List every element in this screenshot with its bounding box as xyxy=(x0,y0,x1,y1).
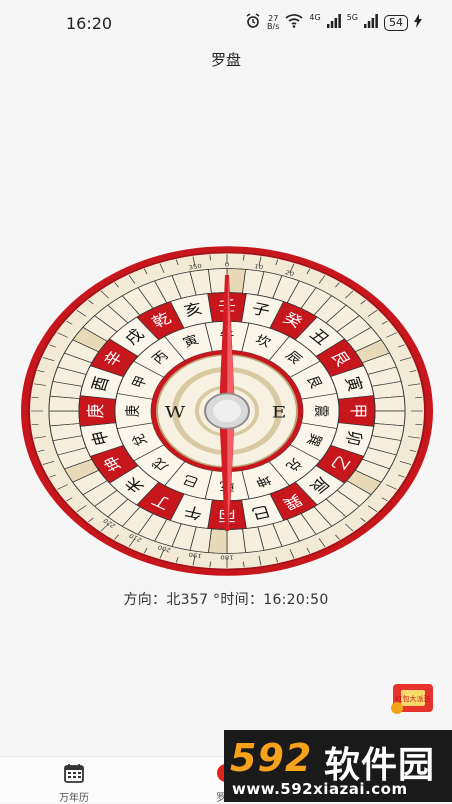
red-envelope-icon: 红包大派送 xyxy=(389,680,439,716)
degree-label: 0 xyxy=(225,262,229,268)
outer-cell xyxy=(49,411,80,426)
alarm-icon xyxy=(245,13,261,32)
direction-label: 方向： xyxy=(123,592,166,608)
net-type-a: 4G xyxy=(309,13,320,22)
west-label: W xyxy=(165,403,186,422)
direction-value: 北357 ° xyxy=(166,592,220,608)
time-value: 16:20:50 xyxy=(263,592,328,608)
mountain-label: 甲 xyxy=(348,404,369,418)
page-title: 罗盘 xyxy=(211,51,241,69)
compass[interactable]: 35001020180190200210220 壬子癸丑艮寅甲卯乙辰巽巳丙午丁未… xyxy=(18,246,436,576)
net-type-b: 5G xyxy=(347,13,358,22)
signal-icon-a xyxy=(327,14,341,31)
east-label: E xyxy=(272,403,287,422)
outer-cell xyxy=(227,529,246,554)
status-time: 16:20 xyxy=(66,14,112,33)
nav-item-calendar[interactable]: 万年历 xyxy=(44,763,104,804)
watermark-number: 592 xyxy=(230,736,312,780)
compass-dial: 35001020180190200210220 壬子癸丑艮寅甲卯乙辰巽巳丙午丁未… xyxy=(18,246,436,576)
inner-label: 震 xyxy=(312,405,330,417)
red-envelope-promo[interactable]: 红包大派送 xyxy=(389,680,439,716)
direction-time-readout: 方向：北357 °时间：16:20:50 xyxy=(0,589,452,609)
outer-cell xyxy=(374,396,405,411)
promo-text: 红包大派送 xyxy=(396,694,431,703)
time-label: 时间： xyxy=(220,592,263,608)
watermark-url: www.592xiazai.com xyxy=(232,780,408,798)
degree-label: 180 xyxy=(220,554,233,560)
net-speed: 27 B/s xyxy=(267,15,279,31)
signal-icon-b xyxy=(364,14,378,31)
outer-cell xyxy=(208,269,227,294)
status-bar: 16:20 27 B/s 4G 5G 54 xyxy=(0,0,452,46)
charging-icon xyxy=(414,14,422,31)
degree-label: 10 xyxy=(254,264,264,271)
calendar-icon xyxy=(63,763,85,783)
status-icons: 27 B/s 4G 5G 54 xyxy=(245,13,422,32)
inner-label: 庚 xyxy=(124,405,142,417)
wifi-icon xyxy=(285,14,303,31)
title-bar: 罗盘 xyxy=(0,46,452,80)
site-watermark: 592 软件园 www.592xiazai.com xyxy=(224,730,452,802)
mountain-label: 庚 xyxy=(85,404,106,418)
battery-indicator: 54 xyxy=(384,15,408,31)
